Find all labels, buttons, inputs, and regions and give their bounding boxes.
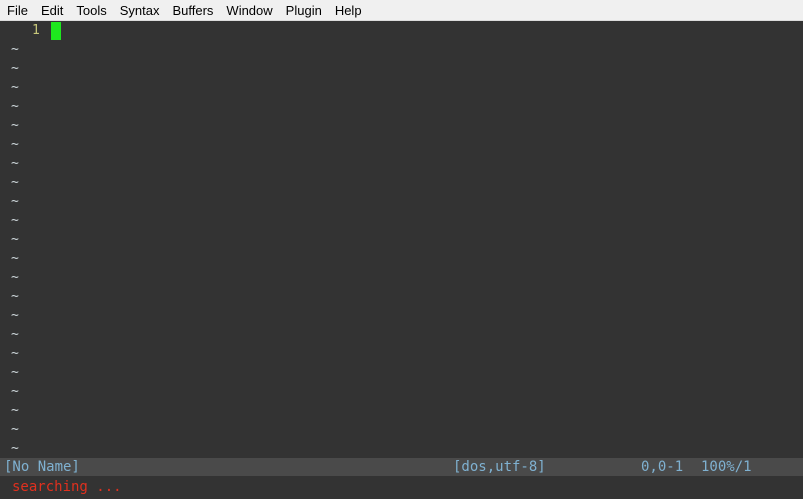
- tilde-marker: ~: [11, 308, 19, 323]
- tilde-marker: ~: [11, 213, 19, 228]
- tilde-marker: ~: [11, 365, 19, 380]
- menu-file[interactable]: File: [0, 0, 34, 21]
- menu-help[interactable]: Help: [328, 0, 368, 21]
- scroll-percent: 100%/1: [701, 459, 752, 475]
- status-line: [No Name] [dos,utf-8] 0,0-1 100%/1: [0, 458, 803, 476]
- tilde-marker: ~: [11, 156, 19, 171]
- tilde-marker: ~: [11, 270, 19, 285]
- tilde-marker: ~: [11, 61, 19, 76]
- tilde-marker: ~: [11, 118, 19, 133]
- tilde-marker: ~: [11, 137, 19, 152]
- tilde-marker: ~: [11, 175, 19, 190]
- buffer-name: [No Name]: [4, 459, 80, 475]
- command-line[interactable]: searching ...: [0, 476, 803, 499]
- file-format: [dos,utf-8]: [453, 459, 546, 475]
- menu-window[interactable]: Window: [219, 0, 278, 21]
- editor-area[interactable]: 1 ~ ~ ~ ~ ~ ~ ~ ~ ~ ~ ~ ~ ~ ~ ~ ~ ~ ~ ~ ~ ~ ~: [0, 21, 803, 458]
- status-message: searching ...: [12, 479, 122, 495]
- tilde-marker: ~: [11, 403, 19, 418]
- tilde-marker: ~: [11, 384, 19, 399]
- tilde-marker: ~: [11, 422, 19, 437]
- tilde-marker: ~: [11, 80, 19, 95]
- tilde-marker: ~: [11, 441, 19, 456]
- menu-buffers[interactable]: Buffers: [165, 0, 219, 21]
- tilde-marker: ~: [11, 346, 19, 361]
- tilde-marker: ~: [11, 99, 19, 114]
- menu-bar: File Edit Tools Syntax Buffers Window Pl…: [0, 0, 803, 21]
- tilde-marker: ~: [11, 42, 19, 57]
- tilde-marker: ~: [11, 327, 19, 342]
- text-cursor: [51, 22, 61, 40]
- menu-plugin[interactable]: Plugin: [279, 0, 328, 21]
- tilde-marker: ~: [11, 194, 19, 209]
- tilde-marker: ~: [11, 251, 19, 266]
- menu-tools[interactable]: Tools: [69, 0, 112, 21]
- line-number: 1: [32, 23, 40, 38]
- menu-syntax[interactable]: Syntax: [113, 0, 166, 21]
- menu-edit[interactable]: Edit: [34, 0, 69, 21]
- tilde-marker: ~: [11, 232, 19, 247]
- tilde-marker: ~: [11, 289, 19, 304]
- cursor-position: 0,0-1: [641, 459, 684, 475]
